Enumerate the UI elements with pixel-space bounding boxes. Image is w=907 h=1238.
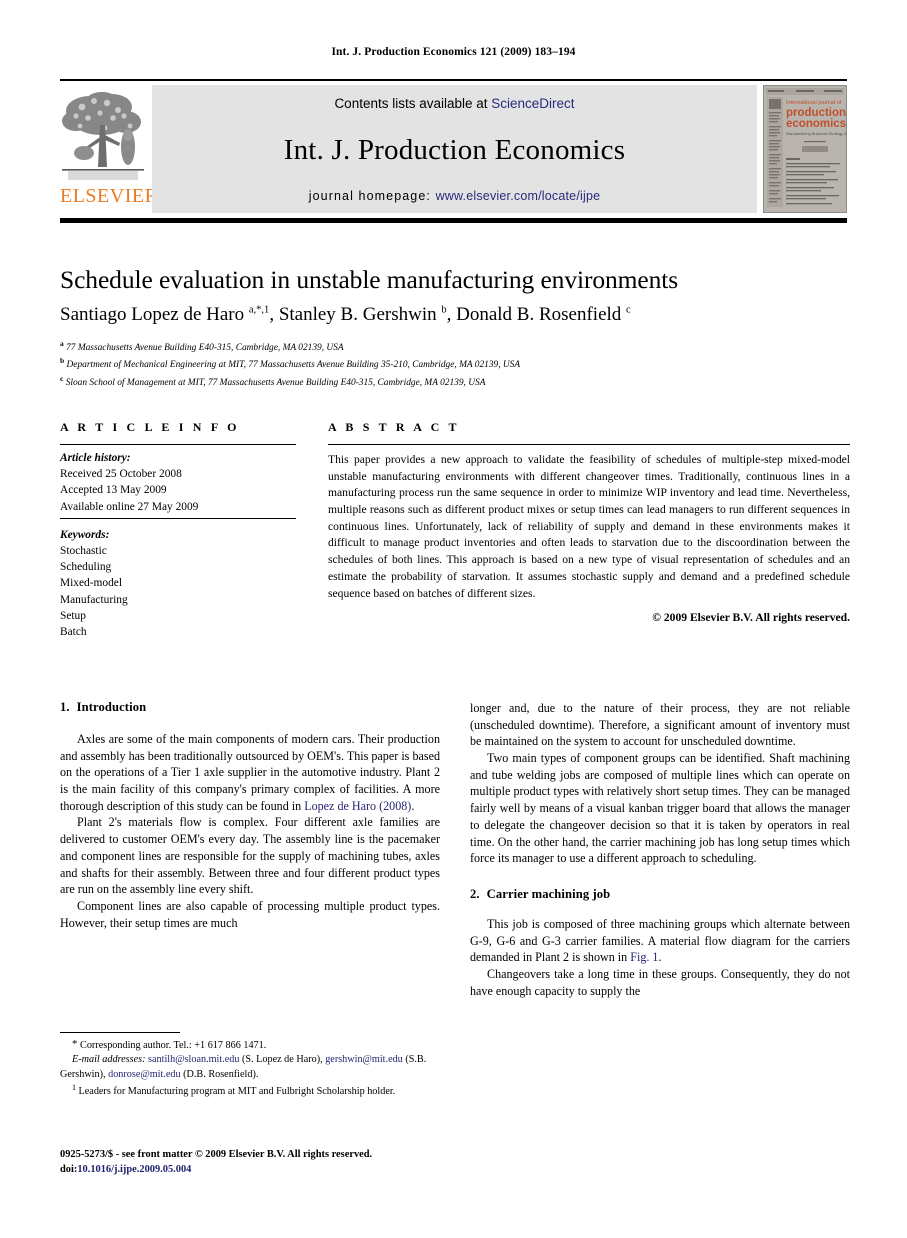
paragraph-intro-4: Two main types of component groups can b… bbox=[470, 751, 850, 866]
svg-text:economics: economics bbox=[786, 118, 846, 130]
body-column-gap bbox=[440, 700, 470, 999]
footnote-marker-1: 1 bbox=[72, 1083, 76, 1093]
email-owner-3: (D.B. Rosenfield). bbox=[183, 1068, 259, 1080]
keyword-item: Scheduling bbox=[60, 561, 112, 574]
footnote-corresponding-author: * Corresponding author. Tel.: +1 617 866… bbox=[60, 1037, 440, 1053]
masthead-divider bbox=[60, 218, 847, 223]
affiliation-marker-a: a bbox=[60, 339, 64, 349]
affiliation-text-b: Department of Mechanical Engineering at … bbox=[66, 360, 521, 371]
column-gap bbox=[296, 420, 328, 640]
abstract-text: This paper provides a new approach to va… bbox=[328, 453, 850, 600]
page-title: Schedule evaluation in unstable manufact… bbox=[60, 265, 679, 294]
paragraph-text-tail: . bbox=[411, 798, 415, 813]
contents-prefix: Contents lists available at bbox=[334, 96, 492, 111]
paragraph-intro-3: Component lines are also capable of proc… bbox=[60, 898, 440, 930]
doi-link[interactable]: 10.1016/j.ijpe.2009.05.004 bbox=[77, 1164, 191, 1175]
imprint-block: 0925-5273/$ - see front matter © 2009 El… bbox=[60, 1148, 460, 1178]
affiliation-text-a: 77 Massachusetts Avenue Building E40-315… bbox=[66, 343, 344, 354]
section-number: 1. bbox=[60, 700, 70, 714]
footnote-note-1: 1 Leaders for Manufacturing program at M… bbox=[60, 1082, 440, 1099]
abstract-column: A B S T R A C T This paper provides a ne… bbox=[328, 420, 850, 640]
email-link-3[interactable]: donrose@mit.edu bbox=[108, 1069, 180, 1080]
article-history: Article history: Received 25 October 200… bbox=[60, 445, 296, 519]
journal-banner: Contents lists available at ScienceDirec… bbox=[152, 85, 757, 213]
affiliation-text-c: Sloan School of Management at MIT, 77 Ma… bbox=[65, 377, 486, 388]
article-info-heading: A R T I C L E I N F O bbox=[60, 420, 240, 434]
copyright-line: © 2009 Elsevier B.V. All rights reserved… bbox=[652, 611, 850, 625]
journal-title: Int. J. Production Economics bbox=[283, 133, 626, 166]
section-title: Introduction bbox=[76, 700, 147, 714]
sciencedirect-link[interactable]: ScienceDirect bbox=[491, 96, 574, 111]
keyword-item: Batch bbox=[60, 625, 87, 638]
body-column-left: 1. Introduction Axles are some of the mai… bbox=[60, 700, 440, 999]
section-number: 2. bbox=[470, 886, 480, 901]
issn-line: 0925-5273/$ - see front matter © 2009 El… bbox=[60, 1149, 373, 1160]
elsevier-logo: ELSEVIER bbox=[60, 85, 159, 213]
footnote-block: * Corresponding author. Tel.: +1 617 866… bbox=[60, 1032, 440, 1100]
email-addresses-label: E-mail addresses: bbox=[72, 1054, 146, 1066]
email-owner-1: (S. Lopez de Haro), bbox=[242, 1054, 323, 1066]
elsevier-wordmark: ELSEVIER bbox=[60, 185, 159, 207]
journal-masthead: ELSEVIER Contents lists available at Sci… bbox=[60, 79, 847, 223]
affiliation-marker-c: c bbox=[60, 373, 64, 383]
running-head: Int. J. Production Economics 121 (2009) … bbox=[331, 46, 576, 58]
figure-link-fig1[interactable]: Fig. 1 bbox=[630, 950, 658, 964]
affiliation-b: b Department of Mechanical Engineering a… bbox=[60, 355, 850, 372]
homepage-line: journal homepage: www.elsevier.com/locat… bbox=[309, 189, 601, 203]
citation-link-lopez-de-haro[interactable]: Lopez de Haro (2008) bbox=[304, 799, 411, 813]
footnote-text-1: Leaders for Manufacturing program at MIT… bbox=[78, 1086, 396, 1098]
keyword-item: Manufacturing bbox=[60, 593, 128, 606]
paragraph-text-tail: . bbox=[658, 950, 662, 965]
keywords-block: Keywords: Stochastic Scheduling Mixed-mo… bbox=[60, 519, 296, 640]
paragraph-intro-1: Axles are some of the main components of… bbox=[60, 731, 440, 814]
affiliation-list: a 77 Massachusetts Avenue Building E40-3… bbox=[60, 338, 850, 390]
history-online: Available online 27 May 2009 bbox=[60, 500, 199, 513]
paper-page: Int. J. Production Economics 121 (2009) … bbox=[0, 0, 907, 1238]
body-columns: 1. Introduction Axles are some of the mai… bbox=[60, 700, 850, 999]
svg-text:International journal of: International journal of bbox=[786, 100, 842, 106]
email-link-1[interactable]: santilh@sloan.mit.edu bbox=[148, 1054, 239, 1065]
corresponding-author-text: Corresponding author. Tel.: +1 617 866 1… bbox=[80, 1040, 267, 1051]
article-info-column: A R T I C L E I N F O Article history: R… bbox=[60, 420, 296, 640]
info-abstract-region: A R T I C L E I N F O Article history: R… bbox=[60, 420, 850, 640]
footnote-rule bbox=[60, 1032, 180, 1033]
section-heading-carrier: 2. Carrier machining job bbox=[470, 887, 850, 902]
title-block: Schedule evaluation in unstable manufact… bbox=[60, 265, 850, 390]
paragraph-intro-3-cont: longer and, due to the nature of their p… bbox=[470, 701, 850, 749]
history-received: Received 25 October 2008 bbox=[60, 468, 182, 481]
keyword-item: Mixed-model bbox=[60, 577, 123, 590]
keyword-item: Stochastic bbox=[60, 544, 107, 557]
elsevier-tree-icon bbox=[60, 85, 146, 185]
affiliation-c: c Sloan School of Management at MIT, 77 … bbox=[60, 373, 850, 390]
article-history-label: Article history: bbox=[60, 452, 131, 464]
svg-text:Manufacturing Business Strateg: Manufacturing Business Strategy & Design bbox=[786, 131, 846, 136]
abstract-heading: A B S T R A C T bbox=[328, 420, 460, 434]
paragraph-intro-2: Plant 2's materials flow is complex. Fou… bbox=[60, 815, 440, 897]
section-heading-introduction: 1. Introduction bbox=[60, 700, 440, 715]
paragraph-carrier-1: This job is composed of three machining … bbox=[470, 916, 850, 966]
paragraph-carrier-2: Changeovers take a long time in these gr… bbox=[470, 966, 850, 998]
journal-cover-thumbnail: International journal of production econ… bbox=[763, 85, 847, 213]
doi-label: doi: bbox=[60, 1163, 78, 1175]
doi-line: doi:10.1016/j.ijpe.2009.05.004 bbox=[60, 1163, 460, 1178]
body-column-right: longer and, due to the nature of their p… bbox=[470, 700, 850, 999]
footnote-emails: E-mail addresses: santilh@sloan.mit.edu … bbox=[60, 1053, 440, 1082]
keyword-item: Setup bbox=[60, 609, 86, 622]
email-link-2[interactable]: gershwin@mit.edu bbox=[325, 1054, 403, 1065]
affiliation-marker-b: b bbox=[60, 356, 65, 366]
contents-line: Contents lists available at ScienceDirec… bbox=[334, 96, 574, 111]
homepage-prefix: journal homepage: bbox=[308, 189, 436, 203]
author-list: Santiago Lopez de Haro a,*,1, Stanley B.… bbox=[60, 304, 631, 326]
homepage-link[interactable]: www.elsevier.com/locate/ijpe bbox=[436, 189, 601, 203]
keywords-label: Keywords: bbox=[60, 528, 110, 541]
history-accepted: Accepted 13 May 2009 bbox=[60, 484, 167, 497]
affiliation-a: a 77 Massachusetts Avenue Building E40-3… bbox=[60, 338, 850, 355]
asterisk-marker: * bbox=[72, 1038, 78, 1050]
section-title: Carrier machining job bbox=[486, 886, 611, 901]
